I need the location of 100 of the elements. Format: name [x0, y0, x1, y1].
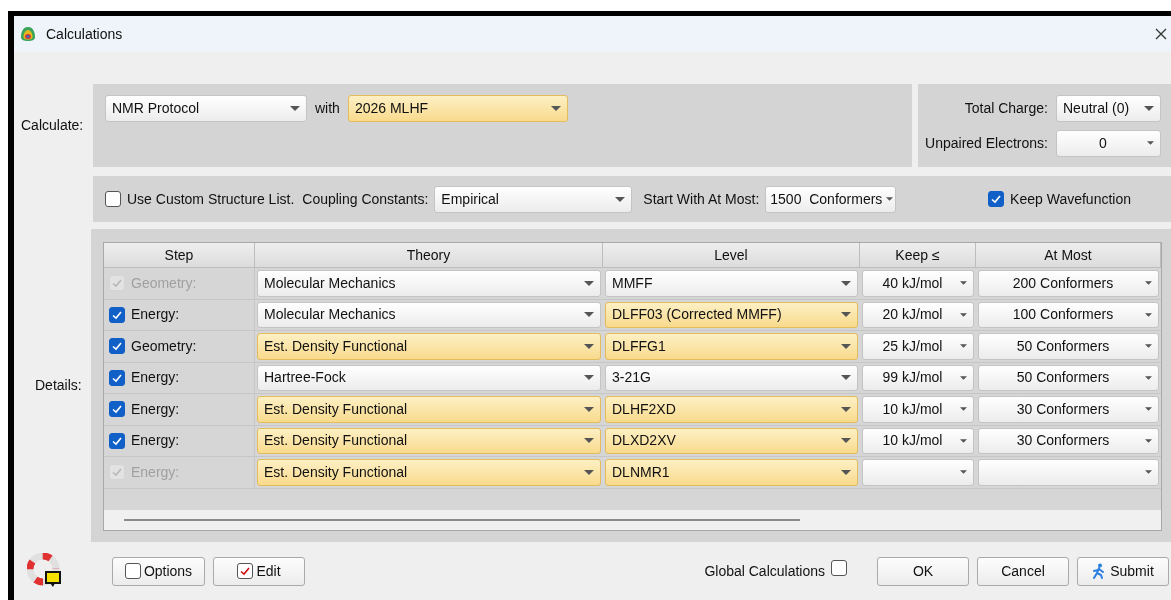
- caret-icon: [841, 375, 851, 381]
- caret-icon: [1145, 438, 1152, 443]
- caret-icon: [960, 470, 967, 475]
- dropdown[interactable]: 10 kJ/mol: [862, 427, 974, 454]
- caret-icon: [584, 280, 594, 286]
- dropdown[interactable]: Molecular Mechanics: [257, 301, 601, 328]
- column-header: Keep ≤: [860, 243, 976, 268]
- caret-icon: [841, 438, 851, 444]
- lifebuoy-icon[interactable]: [27, 553, 63, 589]
- checkmark-icon: [111, 277, 123, 290]
- checkbox[interactable]: [237, 563, 254, 579]
- dropdown[interactable]: 0: [1056, 129, 1161, 157]
- caret-icon: [1145, 281, 1152, 286]
- dialog-button[interactable]: OK: [877, 556, 969, 586]
- checkmark-icon: [111, 340, 123, 353]
- caret-icon: [1145, 470, 1152, 475]
- checkmark-icon: [111, 403, 123, 416]
- checkbox-label: Use Custom Structure List.: [127, 189, 295, 209]
- caret-icon: [841, 343, 851, 349]
- checkbox[interactable]: [105, 191, 121, 207]
- caret-icon: [1144, 105, 1154, 111]
- dropdown[interactable]: 30 Conformers: [978, 427, 1159, 454]
- dropdown[interactable]: DLXD2XV: [605, 427, 858, 454]
- caret-icon: [960, 344, 967, 349]
- global-calculations-label: Global Calculations: [704, 561, 825, 581]
- dropdown[interactable]: 1500 Conformers: [765, 185, 897, 213]
- edit-button[interactable]: Edit: [213, 556, 305, 586]
- caret-icon: [1145, 407, 1152, 412]
- checkbox-label: Keep Wavefunction: [1010, 189, 1131, 209]
- dropdown[interactable]: 2026 MLHF: [347, 95, 568, 122]
- caret-icon: [960, 375, 967, 380]
- dropdown[interactable]: Empirical: [434, 185, 633, 213]
- caret-icon: [1145, 344, 1152, 349]
- checkbox[interactable]: [988, 191, 1005, 207]
- checkbox[interactable]: [124, 563, 141, 579]
- dropdown[interactable]: NMR Protocol: [105, 95, 307, 122]
- dropdown[interactable]: 100 Conformers: [978, 301, 1159, 328]
- dropdown[interactable]: 10 kJ/mol: [862, 396, 974, 423]
- caret-icon: [841, 312, 851, 318]
- checkmark-icon: [239, 565, 252, 577]
- caret-icon: [1145, 375, 1152, 380]
- checkbox[interactable]: [109, 338, 125, 355]
- details-label: Details:: [35, 376, 82, 395]
- dropdown[interactable]: 50 Conformers: [978, 364, 1159, 391]
- checkbox[interactable]: [109, 401, 125, 418]
- column-header: Theory: [255, 243, 603, 268]
- step-label: Energy:: [131, 399, 180, 419]
- step-label: Energy:: [131, 305, 180, 325]
- caret-icon: [960, 312, 967, 317]
- dropdown[interactable]: Est. Density Functional: [257, 396, 601, 423]
- options-button[interactable]: Options: [112, 556, 205, 586]
- dropdown[interactable]: 99 kJ/mol: [862, 364, 974, 391]
- dropdown[interactable]: 3-21G: [605, 364, 858, 391]
- submit-button[interactable]: Submit: [1077, 556, 1169, 586]
- caret-icon: [841, 469, 851, 475]
- caret-icon: [615, 196, 626, 202]
- caret-icon: [1147, 141, 1154, 145]
- dropdown[interactable]: 25 kJ/mol: [862, 333, 974, 360]
- dropdown[interactable]: Hartree-Fock: [257, 364, 601, 391]
- dropdown[interactable]: 20 kJ/mol: [862, 301, 974, 328]
- unpaired-electrons-label: Unpaired Electrons:: [925, 133, 1048, 153]
- column-header: Step: [104, 243, 255, 268]
- dropdown[interactable]: 50 Conformers: [978, 333, 1159, 360]
- caret-icon: [584, 469, 594, 475]
- checkbox[interactable]: [109, 306, 125, 323]
- column-header: Level: [603, 243, 860, 268]
- caret-icon: [841, 280, 851, 286]
- caret-icon: [290, 106, 300, 111]
- checkbox[interactable]: [109, 369, 125, 386]
- column-header: At Most: [976, 243, 1161, 268]
- coupling-constants-label: Coupling Constants:: [302, 189, 429, 209]
- dropdown[interactable]: DLFFG1: [605, 333, 858, 360]
- checkbox[interactable]: [831, 560, 847, 576]
- dropdown[interactable]: Neutral (0): [1056, 94, 1161, 122]
- dropdown[interactable]: 30 Conformers: [978, 396, 1159, 423]
- step-label: Energy:: [131, 368, 180, 388]
- caret-icon: [1145, 312, 1152, 317]
- start-with-label: Start With At Most:: [643, 189, 760, 209]
- running-figure-icon: [1092, 563, 1107, 579]
- caret-icon: [584, 438, 594, 444]
- caret-icon: [960, 281, 967, 286]
- caret-icon: [584, 312, 594, 318]
- caret-icon: [886, 197, 894, 201]
- caret-icon: [584, 343, 594, 349]
- close-icon[interactable]: [1155, 28, 1167, 40]
- dropdown[interactable]: Est. Density Functional: [257, 427, 601, 454]
- caret-icon: [584, 406, 594, 412]
- app-logo-icon: [20, 26, 36, 42]
- with-label: with: [315, 99, 340, 118]
- caret-icon: [960, 407, 967, 412]
- checkmark-icon: [990, 193, 1003, 205]
- caret-icon: [584, 375, 594, 381]
- step-label: Geometry:: [131, 336, 197, 356]
- dropdown[interactable]: Est. Density Functional: [257, 333, 601, 360]
- horizontal-scrollbar[interactable]: [104, 510, 1161, 530]
- checkbox[interactable]: [109, 432, 125, 449]
- dialog-button[interactable]: Cancel: [977, 556, 1069, 586]
- window-title: Calculations: [46, 24, 124, 44]
- dropdown[interactable]: DLFF03 (Corrected MMFF): [605, 301, 858, 328]
- dropdown[interactable]: DLHF2XD: [605, 396, 858, 423]
